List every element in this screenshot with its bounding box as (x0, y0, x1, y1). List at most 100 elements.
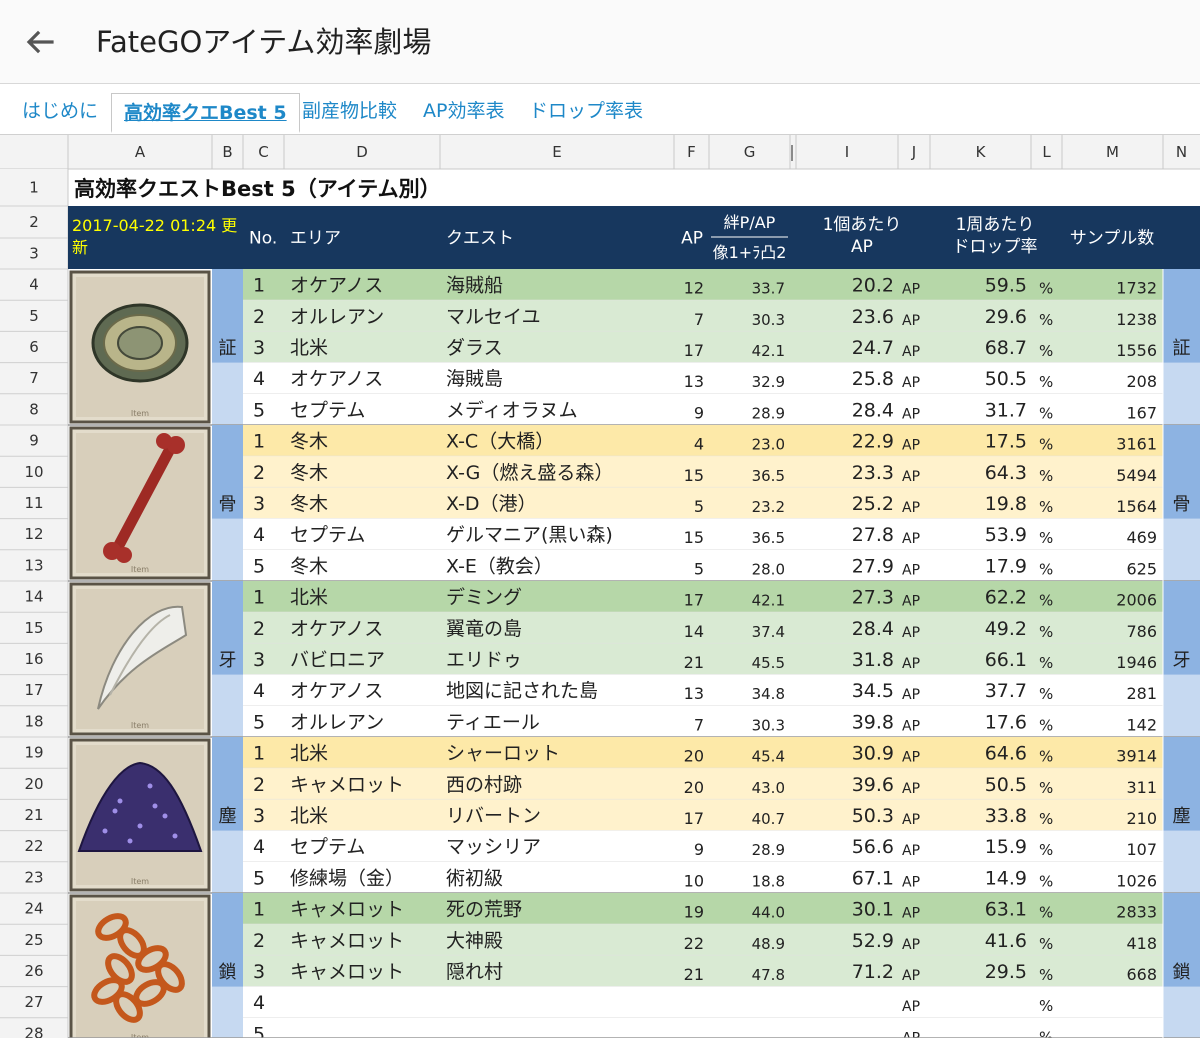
cell-drop: 59.5 (985, 275, 1027, 297)
cell-no: 1 (253, 743, 265, 765)
row-number: 19 (24, 744, 43, 762)
cell-per-ap: 23.6 (852, 306, 894, 328)
tab-intro[interactable]: はじめに (22, 95, 98, 127)
cell-per-ap: 50.3 (852, 805, 894, 827)
cell-ap-unit: AP (902, 344, 920, 360)
cell-area: オケアノス (290, 368, 383, 390)
cell-quest: 翼竜の島 (446, 618, 522, 640)
evidence-icon: Item (69, 270, 211, 424)
cell-no: 5 (253, 399, 265, 421)
cell-samples: 3914 (1116, 747, 1157, 766)
cell-samples: 469 (1126, 528, 1157, 547)
tab-byproduct[interactable]: 副産物比較 (302, 95, 397, 127)
column-header-label: C (258, 143, 268, 161)
cell-quest: エリドゥ (446, 649, 522, 671)
cell-area: オルレアン (290, 711, 384, 733)
cell-per-ap: 52.9 (852, 930, 894, 952)
sheet-title: 高効率クエストBest 5（アイテム別） (74, 177, 441, 201)
data-row-bg (243, 986, 1163, 1018)
cell-no: 1 (253, 587, 265, 609)
cell-kizuna: 36.5 (752, 529, 785, 547)
cell-samples: 281 (1126, 684, 1157, 703)
row-number: 8 (29, 400, 39, 418)
cell-ap: 19 (684, 903, 704, 922)
cell-drop: 17.6 (985, 711, 1027, 733)
cell-pct: % (1039, 904, 1053, 922)
cell-pct: % (1039, 716, 1053, 734)
row-number: 12 (24, 525, 43, 543)
cell-pct: % (1039, 623, 1053, 641)
cell-kizuna: 28.0 (752, 560, 785, 578)
cell-kizuna: 28.9 (752, 404, 785, 422)
cell-area: 北米 (290, 743, 328, 765)
cell-no: 4 (253, 524, 265, 546)
row-number: 4 (29, 276, 39, 294)
cell-no: 3 (253, 961, 265, 983)
cell-samples: 311 (1126, 778, 1157, 797)
cell-samples: 1556 (1116, 341, 1157, 360)
cell-pct: % (1039, 404, 1053, 422)
cell-area: 冬木 (290, 555, 328, 577)
cell-kizuna: 23.2 (752, 498, 785, 516)
cell-drop: 29.6 (985, 306, 1027, 328)
cell-pct: % (1039, 748, 1053, 766)
cell-area: 修練場（金） (290, 867, 404, 889)
cell-drop: 17.5 (985, 431, 1027, 453)
cell-no: 1 (253, 275, 265, 297)
row-number: 5 (29, 307, 39, 325)
cell-area: セプテム (290, 399, 365, 421)
row-number: 20 (24, 775, 43, 793)
cell-area: オケアノス (290, 275, 383, 297)
cell-quest: メディオラヌム (446, 399, 578, 421)
cell-no: 4 (253, 680, 265, 702)
cell-samples: 1238 (1116, 310, 1157, 329)
cell-area: キャメロット (290, 774, 404, 796)
cell-per-ap: 22.9 (852, 431, 894, 453)
header-per-item-bottom: AP (851, 237, 873, 257)
row-number: 13 (24, 556, 43, 574)
cell-per-ap: 20.2 (852, 275, 894, 297)
cell-ap-unit: AP (902, 531, 920, 547)
tab-ap-efficiency[interactable]: AP効率表 (423, 95, 504, 127)
spreadsheet-grid[interactable]: A B C D E F G I J K L M N 1 2 3 4 5 6 7 8 9 10 11 12 13 14 15 16 17 18… (0, 135, 1200, 1038)
item-label-right: 牙 (1173, 650, 1191, 671)
cell-pct: % (1039, 654, 1053, 672)
cell-per-ap: 25.8 (852, 368, 894, 390)
cell-ap-unit: AP (902, 656, 920, 672)
item-label-left: 塵 (219, 806, 237, 827)
cell-quest: X-D（港） (446, 493, 537, 515)
cell-ap-unit: AP (902, 562, 920, 578)
cell-pct: % (1039, 841, 1053, 859)
cell-drop: 64.3 (985, 462, 1027, 484)
cell-area: オケアノス (290, 680, 383, 702)
cell-drop: 50.5 (985, 368, 1027, 390)
cell-drop: 64.6 (985, 743, 1027, 765)
cell-samples: 418 (1126, 934, 1157, 953)
cell-quest: 大神殿 (446, 930, 503, 952)
back-arrow-icon[interactable] (18, 22, 62, 62)
dust-icon: Item (69, 738, 211, 892)
cell-kizuna: 42.1 (752, 592, 785, 610)
tab-best5[interactable]: 高効率クエBest 5 (111, 93, 300, 133)
data-row-bg (243, 1017, 1163, 1038)
cell-kizuna: 42.1 (752, 342, 785, 360)
cell-kizuna: 28.9 (752, 841, 785, 859)
cell-ap-unit: AP (902, 1030, 920, 1038)
row-number: 3 (29, 245, 39, 263)
cell-drop: 63.1 (985, 899, 1027, 921)
cell-pct: % (1039, 872, 1053, 890)
tab-drop-rate[interactable]: ドロップ率表 (529, 95, 643, 127)
sheet-tabs: はじめに 高効率クエBest 5 副産物比較 AP効率表 ドロップ率表 (0, 85, 1200, 135)
item-caption: Item (131, 565, 149, 574)
row-number: 15 (24, 619, 43, 637)
cell-ap-unit: AP (902, 469, 920, 485)
header-kizuna-top: 絆P/AP (724, 213, 776, 232)
cell-per-ap: 27.3 (852, 587, 894, 609)
cell-ap-unit: AP (902, 375, 920, 391)
cell-quest: X-C（大橋） (446, 431, 554, 453)
row-number: 11 (24, 494, 43, 512)
row-number: 23 (24, 868, 43, 886)
cell-kizuna: 40.7 (752, 810, 785, 828)
cell-ap-unit: AP (902, 968, 920, 984)
cell-area: バビロニア (290, 649, 385, 671)
